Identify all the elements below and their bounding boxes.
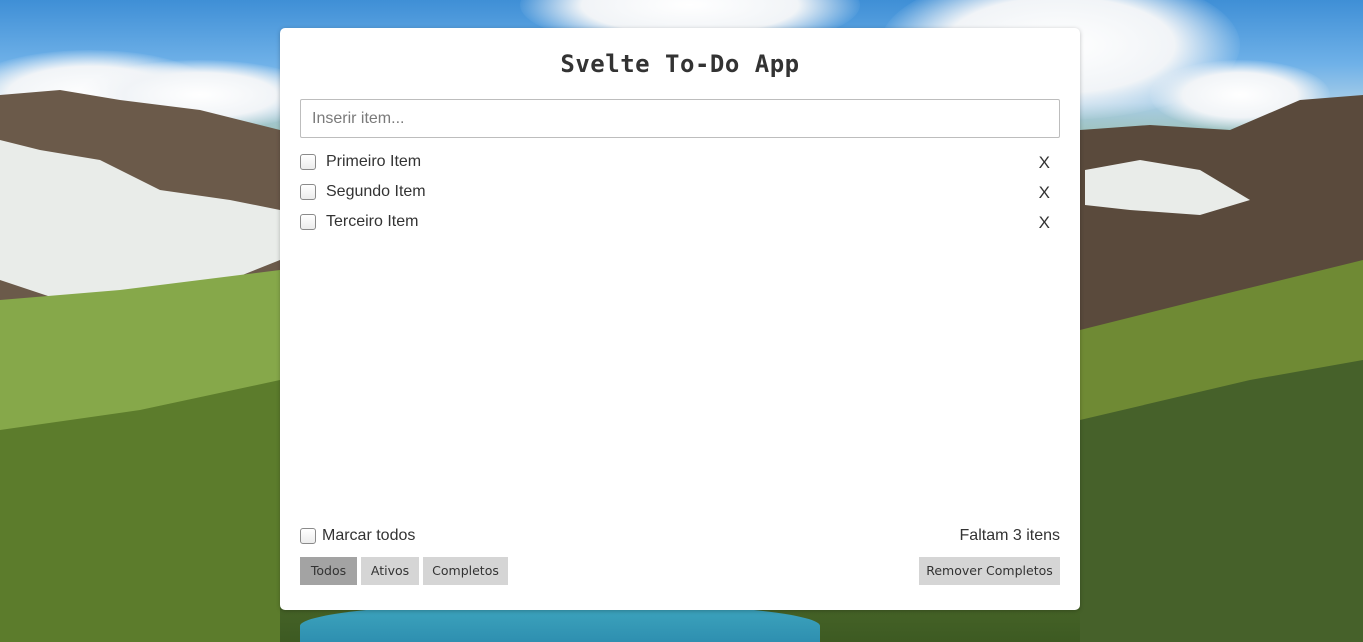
mark-all-checkbox[interactable] (300, 528, 316, 544)
remove-item-button[interactable]: X (1039, 183, 1050, 203)
remove-item-button[interactable]: X (1039, 153, 1050, 173)
todo-item: Terceiro Item X (300, 207, 1060, 237)
todo-label: Primeiro Item (326, 153, 422, 170)
todo-label: Terceiro Item (326, 213, 419, 230)
todo-checkbox[interactable] (300, 154, 316, 170)
filter-all-button[interactable]: Todos (300, 557, 357, 585)
filter-completed-button[interactable]: Completos (423, 557, 508, 585)
footer-row: Marcar todos Faltam 3 itens (300, 526, 1060, 546)
todo-card: Svelte To-Do App Primeiro Item X Segundo… (280, 28, 1080, 610)
new-item-input[interactable] (300, 99, 1060, 138)
mark-all-label: Marcar todos (322, 527, 416, 544)
filter-active-button[interactable]: Ativos (361, 557, 419, 585)
app-title: Svelte To-Do App (560, 50, 800, 78)
remove-item-button[interactable]: X (1039, 213, 1050, 233)
todo-item: Segundo Item X (300, 177, 1060, 207)
todo-item: Primeiro Item X (300, 147, 1060, 177)
mark-all-toggle[interactable]: Marcar todos (300, 527, 415, 545)
remaining-count: Faltam 3 itens (959, 527, 1060, 544)
remove-completed-button[interactable]: Remover Completos (919, 557, 1060, 585)
filter-bar: Todos Ativos Completos Remover Completos (300, 557, 1060, 585)
todo-label: Segundo Item (326, 183, 426, 200)
todo-list: Primeiro Item X Segundo Item X Terceiro … (300, 147, 1060, 237)
todo-checkbox[interactable] (300, 184, 316, 200)
todo-checkbox[interactable] (300, 214, 316, 230)
